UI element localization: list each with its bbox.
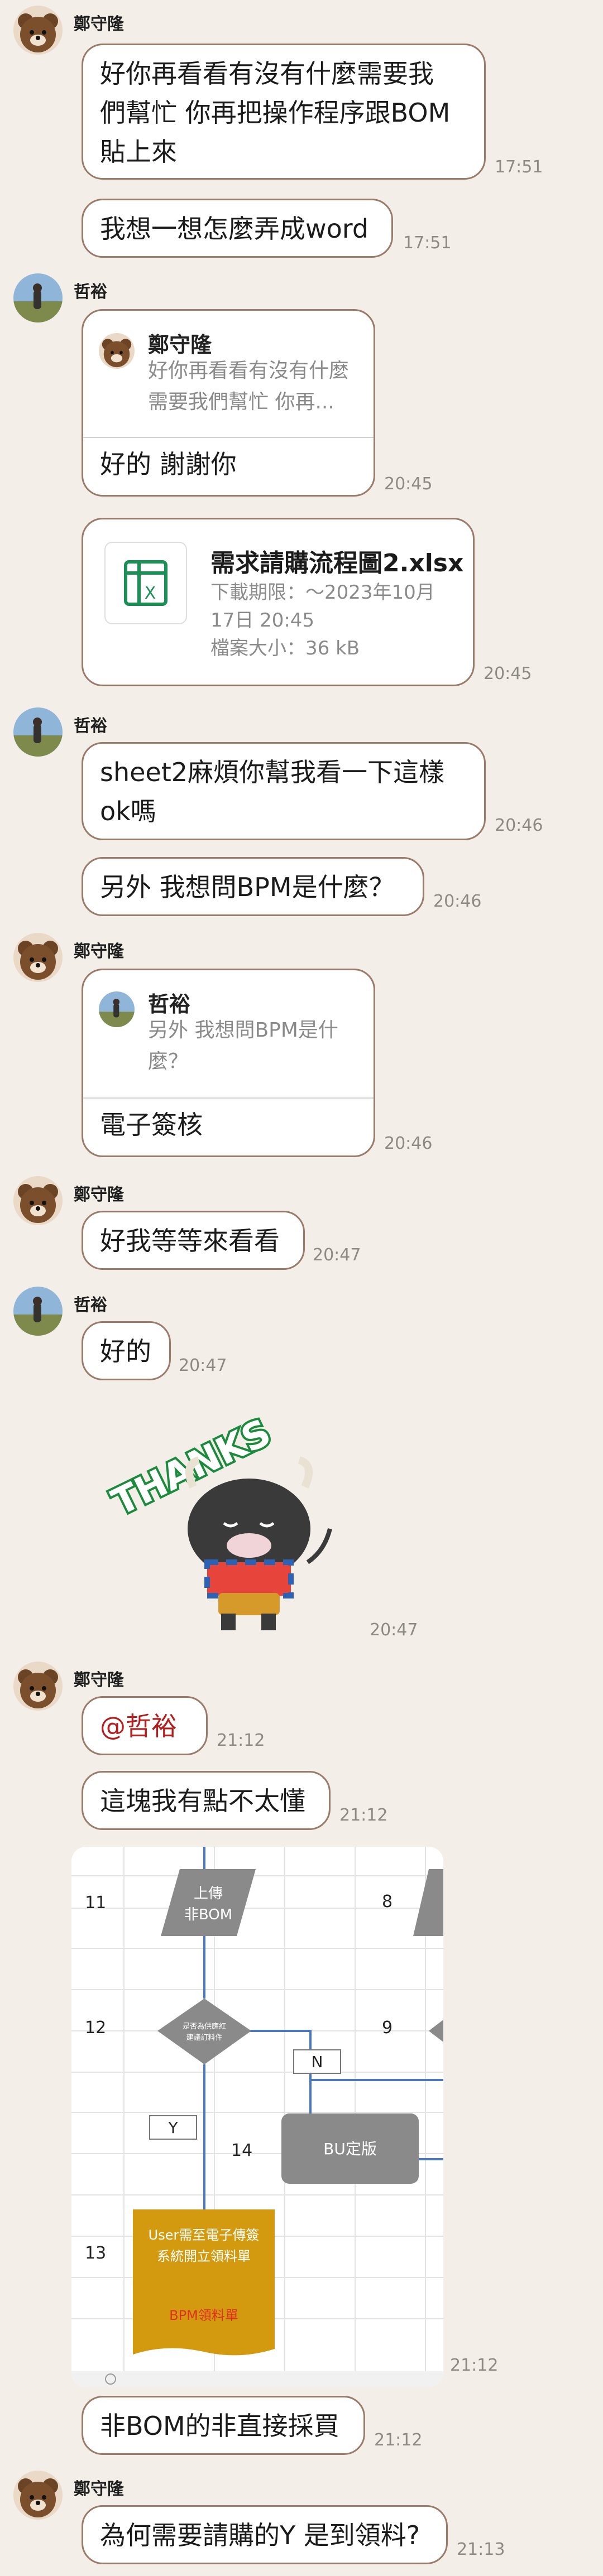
reply-bubble[interactable]: 鄭守隆 好你再看看有沒有什麼需要我們幫忙 你再... 好的 謝謝你 xyxy=(82,309,375,497)
svg-text:系統開立領料單: 系統開立領料單 xyxy=(157,2248,251,2264)
message-text: 為何需要請購的Y 是到領料? xyxy=(100,2520,420,2550)
timestamp: 20:46 xyxy=(495,816,543,835)
row-number: 14 xyxy=(231,2141,252,2160)
svg-text:BPM領料單: BPM領料單 xyxy=(169,2308,238,2323)
user-shape xyxy=(133,2209,275,2283)
timestamp: 20:47 xyxy=(313,1245,361,1265)
svg-text:建議訂料件: 建議訂料件 xyxy=(186,2033,222,2042)
quoted-text: 好你再看看有沒有什麼需要我們幫忙 你再... xyxy=(148,359,350,413)
file-expiry: 下載期限：～2023年10月17日 20:45 xyxy=(210,581,435,632)
timestamp: 17:51 xyxy=(495,157,543,177)
svg-text:BU定版: BU定版 xyxy=(323,2140,377,2158)
timestamp: 20:47 xyxy=(370,1620,418,1640)
svg-text:User需至電子傳簽: User需至電子傳簽 xyxy=(149,2227,260,2243)
sender-name: 哲裕 xyxy=(74,716,107,736)
message-text: 好的 xyxy=(100,1336,151,1366)
message-text: 好的 謝謝你 xyxy=(100,449,237,479)
svg-text:是否為供應紅: 是否為供應紅 xyxy=(183,2022,226,2031)
timestamp: 21:12 xyxy=(450,2356,499,2375)
sender-name: 鄭守隆 xyxy=(74,15,124,34)
message-text: 電子簽核 xyxy=(100,1110,203,1140)
file-bubble[interactable]: X 需求請購流程圖2.xlsx 下載期限：～2023年10月17日 20:45 … xyxy=(82,518,475,686)
row-number: 12 xyxy=(85,2018,106,2038)
avatar-landscape[interactable] xyxy=(13,707,63,757)
avatar-landscape[interactable] xyxy=(13,1287,63,1336)
message-text: 另外 我想問BPM是什麼？ xyxy=(100,872,395,902)
message-line: sheet2麻煩你幫我看一下這樣 xyxy=(100,757,445,787)
avatar-bear[interactable] xyxy=(13,1176,63,1225)
avatar-bear[interactable] xyxy=(13,933,63,982)
quoted-text: 另外 我想問BPM是什麼？ xyxy=(148,1019,338,1073)
svg-text:上傳: 上傳 xyxy=(194,1885,223,1902)
quote-divider xyxy=(83,437,374,438)
thanks-sticker[interactable]: THANKS THANKS xyxy=(82,1395,361,1640)
file-name: 需求請購流程圖2.xlsx xyxy=(210,549,464,577)
quoted-avatar-bear xyxy=(99,333,135,369)
reply-bubble[interactable]: 哲裕 另外 我想問BPM是什麼？ 電子簽核 xyxy=(82,969,375,1157)
no-label: N xyxy=(312,2053,323,2071)
timestamp: 20:46 xyxy=(433,892,482,911)
avatar-bear[interactable] xyxy=(13,6,63,55)
message-bubble[interactable]: 好我等等來看看 xyxy=(82,1211,305,1270)
excel-file-icon: X xyxy=(104,542,187,624)
message-bubble[interactable]: 另外 我想問BPM是什麼？ xyxy=(82,857,424,916)
message-line: 貼上來 xyxy=(100,137,177,167)
row-number: 11 xyxy=(85,1893,106,1913)
timestamp: 21:12 xyxy=(339,1805,388,1825)
message-bubble[interactable]: @哲裕 xyxy=(82,1696,208,1755)
avatar-bear[interactable] xyxy=(13,1662,63,1711)
message-line: ok嗎 xyxy=(100,796,156,826)
message-bubble[interactable]: 好的 xyxy=(82,1321,171,1380)
message-text: 我想一想怎麼弄成word xyxy=(100,214,369,244)
quoted-avatar-landscape xyxy=(99,991,135,1027)
message-bubble[interactable]: 這塊我有點不太懂 xyxy=(82,1771,331,1830)
spreadsheet-image[interactable]: 11 12 13 14 8 9 上傳 非BOM 是否為供應紅 建議訂料件 N Y… xyxy=(71,1847,443,2387)
message-bubble[interactable]: 我想一想怎麼弄成word xyxy=(82,199,393,258)
svg-text:X: X xyxy=(145,584,156,603)
timestamp: 20:47 xyxy=(179,1356,227,1375)
sender-name: 鄭守隆 xyxy=(74,2479,124,2499)
message-bubble[interactable]: 為何需要請購的Y 是到領料? xyxy=(82,2505,448,2564)
sender-name: 鄭守隆 xyxy=(74,1670,124,1690)
sender-name: 鄭守隆 xyxy=(74,1185,124,1205)
sender-name: 哲裕 xyxy=(74,282,107,302)
mention-link[interactable]: @哲裕 xyxy=(100,1711,177,1741)
row-number: 8 xyxy=(382,1892,393,1911)
avatar-bear[interactable] xyxy=(13,2471,63,2520)
timestamp: 21:13 xyxy=(457,2540,505,2559)
timestamp: 21:12 xyxy=(217,1731,265,1750)
row-number: 9 xyxy=(382,2018,393,2038)
sender-name: 鄭守隆 xyxy=(74,942,124,961)
message-text: 好我等等來看看 xyxy=(100,1226,280,1256)
message-bubble[interactable]: 非BOM的非直接採買 xyxy=(82,2396,365,2455)
timestamp: 21:12 xyxy=(374,2430,423,2450)
message-line: 們幫忙 你再把操作程序跟BOM xyxy=(100,98,451,128)
file-size: 檔案大小：36 kB xyxy=(210,637,360,659)
message-text: 這塊我有點不太懂 xyxy=(100,1786,305,1816)
message-bubble[interactable]: 好你再看看有沒有什麼需要我 們幫忙 你再把操作程序跟BOM 貼上來 xyxy=(82,44,486,180)
quote-divider xyxy=(83,1097,374,1099)
message-bubble[interactable]: sheet2麻煩你幫我看一下這樣 ok嗎 xyxy=(82,742,486,840)
sender-name: 哲裕 xyxy=(74,1296,107,1315)
avatar-landscape[interactable] xyxy=(13,273,63,322)
svg-text:非BOM: 非BOM xyxy=(184,1906,232,1923)
yes-label: Y xyxy=(168,2118,178,2137)
timestamp: 20:46 xyxy=(384,1134,433,1153)
message-line: 好你再看看有沒有什麼需要我 xyxy=(100,59,434,89)
row-number: 13 xyxy=(85,2243,106,2263)
timestamp: 20:45 xyxy=(484,664,532,683)
timestamp: 17:51 xyxy=(403,233,452,253)
message-text: 非BOM的非直接採買 xyxy=(100,2411,339,2441)
timestamp: 20:45 xyxy=(384,474,433,494)
